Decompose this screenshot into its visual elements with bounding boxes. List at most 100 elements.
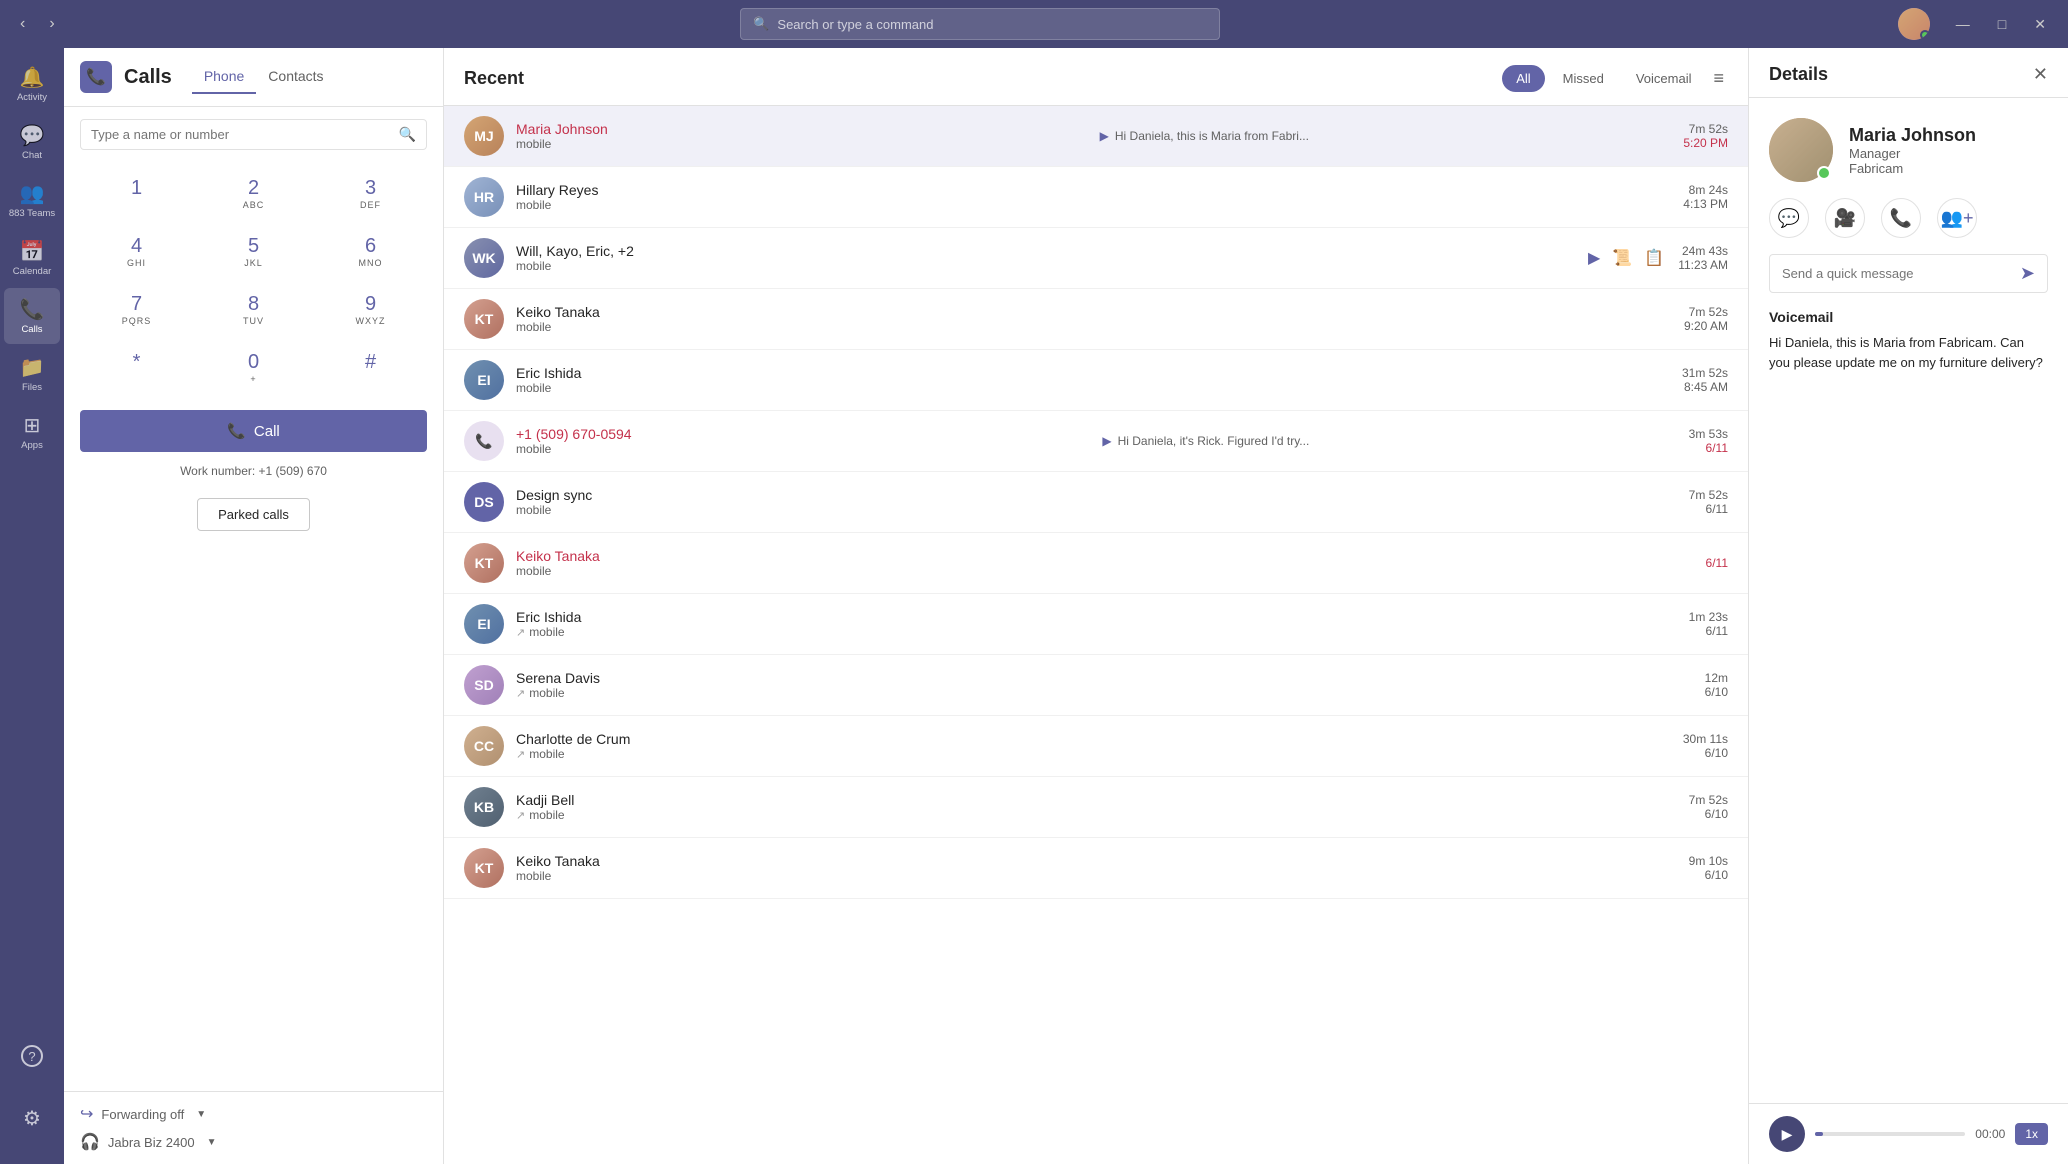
device-label: Jabra Biz 2400 bbox=[108, 1135, 195, 1150]
search-bar[interactable]: 🔍 bbox=[740, 8, 1220, 40]
preview-text: Hi Daniela, it's Rick. Figured I'd try..… bbox=[1118, 434, 1310, 448]
close-button[interactable]: ✕ bbox=[2024, 12, 2056, 37]
dial-key-*[interactable]: * bbox=[80, 340, 193, 394]
dial-key-1[interactable]: 1 bbox=[80, 166, 193, 220]
quick-message-area[interactable]: ➤ bbox=[1769, 254, 2048, 293]
tab-contacts[interactable]: Contacts bbox=[256, 60, 335, 94]
call-list-item[interactable]: EI Eric Ishida ↗mobile 1m 23s 6/11 bbox=[444, 594, 1748, 655]
filter-all-button[interactable]: All bbox=[1502, 65, 1544, 92]
call-name: +1 (509) 670-0594 bbox=[516, 426, 1090, 442]
call-list-item[interactable]: KT Keiko Tanaka mobile 7m 52s 9:20 AM bbox=[444, 289, 1748, 350]
call-info: Design sync mobile bbox=[516, 487, 1677, 517]
dial-key-3[interactable]: 3DEF bbox=[314, 166, 427, 220]
call-list-item[interactable]: WK Will, Kayo, Eric, +2 mobile ▶ 📜 📋 24m… bbox=[444, 228, 1748, 289]
call-action-button[interactable]: 📞 bbox=[1881, 198, 1921, 238]
forwarding-toggle[interactable]: ↪ Forwarding off ▼ bbox=[80, 1104, 427, 1124]
sidebar-item-settings[interactable]: ⚙ bbox=[4, 1090, 60, 1146]
minimize-button[interactable]: — bbox=[1946, 12, 1980, 37]
call-list-item[interactable]: MJ Maria Johnson mobile ▶ Hi Daniela, th… bbox=[444, 106, 1748, 167]
audio-progress bbox=[1815, 1132, 1965, 1136]
call-info: Hillary Reyes mobile bbox=[516, 182, 1671, 212]
nav-forward-button[interactable]: › bbox=[41, 11, 62, 37]
call-info: Serena Davis ↗mobile bbox=[516, 670, 1693, 700]
name-search-input[interactable] bbox=[91, 127, 391, 142]
call-type: mobile bbox=[516, 564, 551, 578]
sidebar-item-calls[interactable]: 📞 Calls bbox=[4, 288, 60, 344]
dial-num: 9 bbox=[365, 292, 376, 316]
call-preview: ▶ Hi Daniela, this is Maria from Fabri..… bbox=[1100, 129, 1672, 143]
call-list-item[interactable]: 📞 +1 (509) 670-0594 mobile ▶ Hi Daniela,… bbox=[444, 411, 1748, 472]
call-info: Eric Ishida mobile bbox=[516, 365, 1670, 395]
call-list-item[interactable]: KB Kadji Bell ↗mobile 7m 52s 6/10 bbox=[444, 777, 1748, 838]
send-message-button[interactable]: ➤ bbox=[2020, 263, 2035, 284]
play-recording-button[interactable]: ▶ bbox=[1586, 246, 1602, 270]
dial-key-4[interactable]: 4GHI bbox=[80, 224, 193, 278]
avatar: DS bbox=[464, 482, 504, 522]
search-input[interactable] bbox=[777, 17, 1207, 32]
parked-calls-button[interactable]: Parked calls bbox=[197, 498, 310, 531]
tab-phone[interactable]: Phone bbox=[192, 60, 256, 94]
filter-missed-button[interactable]: Missed bbox=[1549, 65, 1618, 92]
call-list-item[interactable]: HR Hillary Reyes mobile 8m 24s 4:13 PM bbox=[444, 167, 1748, 228]
progress-bar-container[interactable] bbox=[1815, 1132, 1965, 1136]
call-info: Keiko Tanaka mobile bbox=[516, 304, 1672, 334]
contact-action-buttons: 💬 🎥 📞 👥+ bbox=[1769, 198, 2048, 238]
avatar: EI bbox=[464, 360, 504, 400]
avatar: KT bbox=[464, 848, 504, 888]
call-time: 6/11 bbox=[1706, 556, 1728, 570]
details-footer: ▶ 00:00 1x bbox=[1749, 1103, 2068, 1164]
call-list-item[interactable]: DS Design sync mobile 7m 52s 6/11 bbox=[444, 472, 1748, 533]
sidebar-item-chat[interactable]: 💬 Chat bbox=[4, 114, 60, 170]
name-search-box[interactable]: 🔍 bbox=[80, 119, 427, 150]
call-info: Keiko Tanaka mobile bbox=[516, 853, 1677, 883]
sidebar-item-calendar[interactable]: 📅 Calendar bbox=[4, 230, 60, 286]
call-type: mobile bbox=[516, 869, 551, 883]
playback-speed-button[interactable]: 1x bbox=[2015, 1123, 2048, 1145]
dial-key-5[interactable]: 5JKL bbox=[197, 224, 310, 278]
call-time: 5:20 PM bbox=[1683, 136, 1728, 150]
device-selector[interactable]: 🎧 Jabra Biz 2400 ▼ bbox=[80, 1132, 427, 1152]
search-icon: 🔍 bbox=[399, 126, 416, 143]
dial-key-6[interactable]: 6MNO bbox=[314, 224, 427, 278]
notes-button[interactable]: 📋 bbox=[1642, 246, 1666, 270]
sidebar-item-files[interactable]: 📁 Files bbox=[4, 346, 60, 402]
details-close-button[interactable]: ✕ bbox=[2033, 64, 2048, 85]
call-list-item[interactable]: CC Charlotte de Crum ↗mobile 30m 11s 6/1… bbox=[444, 716, 1748, 777]
call-list-item[interactable]: KT Keiko Tanaka mobile 6/11 bbox=[444, 533, 1748, 594]
filter-voicemail-button[interactable]: Voicemail bbox=[1622, 65, 1706, 92]
call-name: Charlotte de Crum bbox=[516, 731, 1671, 747]
call-sub: mobile bbox=[516, 198, 1671, 212]
dial-num: 0 bbox=[248, 350, 259, 374]
nav-back-button[interactable]: ‹ bbox=[12, 11, 33, 37]
message-action-button[interactable]: 💬 bbox=[1769, 198, 1809, 238]
call-type: mobile bbox=[516, 259, 551, 273]
titlebar-navigation: ‹ › bbox=[12, 11, 63, 37]
call-duration: 8m 24s bbox=[1683, 183, 1728, 197]
dial-key-2[interactable]: 2ABC bbox=[197, 166, 310, 220]
dial-key-9[interactable]: 9WXYZ bbox=[314, 282, 427, 336]
call-list-item[interactable]: SD Serena Davis ↗mobile 12m 6/10 bbox=[444, 655, 1748, 716]
sidebar-item-apps[interactable]: ⊞ Apps bbox=[4, 404, 60, 460]
quick-message-input[interactable] bbox=[1782, 266, 2020, 281]
video-action-button[interactable]: 🎥 bbox=[1825, 198, 1865, 238]
call-button[interactable]: 📞 Call bbox=[80, 410, 427, 452]
call-list-item[interactable]: KT Keiko Tanaka mobile 9m 10s 6/10 bbox=[444, 838, 1748, 899]
sidebar-item-help[interactable]: ? bbox=[4, 1028, 60, 1084]
audio-play-button[interactable]: ▶ bbox=[1769, 1116, 1805, 1152]
call-list-item[interactable]: EI Eric Ishida mobile 31m 52s 8:45 AM bbox=[444, 350, 1748, 411]
dial-key-#[interactable]: # bbox=[314, 340, 427, 394]
more-action-button[interactable]: 👥+ bbox=[1937, 198, 1977, 238]
filter-menu-button[interactable]: ≡ bbox=[1709, 64, 1728, 93]
sidebar-item-teams[interactable]: 👥 883 Teams bbox=[4, 172, 60, 228]
preview-text: Hi Daniela, this is Maria from Fabri... bbox=[1115, 129, 1309, 143]
outgoing-icon: ↗ bbox=[516, 626, 525, 639]
sidebar-item-activity[interactable]: 🔔 Activity bbox=[4, 56, 60, 112]
dial-key-7[interactable]: 7PQRS bbox=[80, 282, 193, 336]
user-avatar[interactable] bbox=[1898, 8, 1930, 40]
recent-title: Recent bbox=[464, 68, 524, 89]
dial-key-0[interactable]: 0+ bbox=[197, 340, 310, 394]
dial-key-8[interactable]: 8TUV bbox=[197, 282, 310, 336]
maximize-button[interactable]: □ bbox=[1988, 12, 2016, 37]
avatar: KB bbox=[464, 787, 504, 827]
transcript-button[interactable]: 📜 bbox=[1610, 246, 1634, 270]
